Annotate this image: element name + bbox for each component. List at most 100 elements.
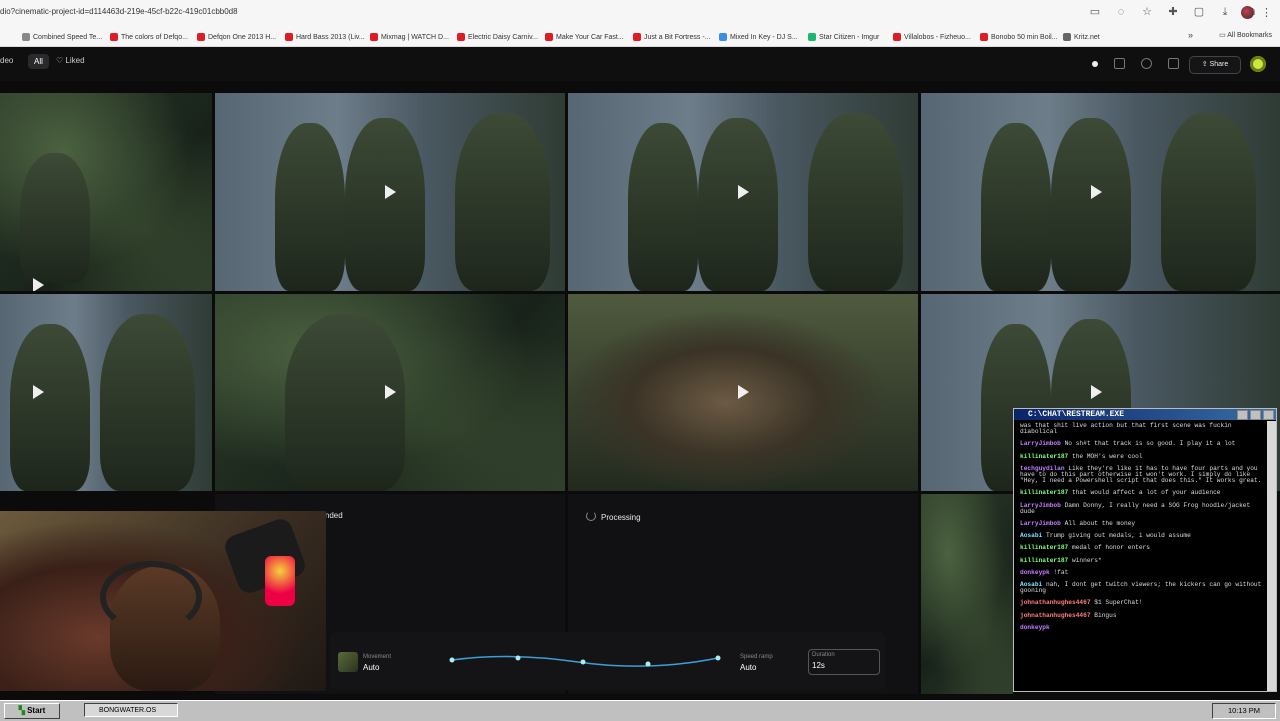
url-text[interactable]: dio?cinematic-project-id=d114463d-219e-4… (0, 7, 238, 16)
bookmark-item[interactable]: The colors of Defqo... (110, 31, 188, 43)
list-view-icon[interactable] (1114, 58, 1125, 69)
chat-message: Aosabi nah, I dont get twitch viewers; t… (1020, 581, 1266, 594)
address-bar[interactable]: dio?cinematic-project-id=d114463d-219e-4… (0, 0, 1280, 27)
curve-point[interactable] (515, 655, 521, 661)
close-button[interactable] (1263, 410, 1274, 420)
movement-select[interactable]: Auto (363, 663, 379, 672)
chat-username: johnathanhughes4467 (1020, 611, 1091, 619)
curve-point[interactable] (580, 659, 586, 665)
speed-ramp-select[interactable]: Auto (740, 663, 756, 672)
bookmark-label: Just a Bit Fortress -... (644, 33, 711, 41)
tab-video[interactable]: deo (0, 56, 13, 65)
status-dot-icon (1092, 61, 1098, 67)
processing-label: Processing (601, 513, 641, 522)
bookmark-item[interactable]: Defqon One 2013 H... (197, 31, 276, 43)
video-thumbnail[interactable] (215, 294, 565, 491)
chat-message: donkeypk (1020, 624, 1266, 631)
chat-message: Aosabi Trump giving out medals, i would … (1020, 533, 1266, 539)
play-icon[interactable] (385, 185, 396, 199)
start-button[interactable]: ▚ Start (4, 703, 60, 719)
play-icon[interactable] (1091, 185, 1102, 199)
play-icon[interactable] (385, 385, 396, 399)
video-thumbnail[interactable] (921, 494, 1013, 694)
all-bookmarks-button[interactable]: ▭ All Bookmarks (1219, 31, 1272, 39)
bookmark-item[interactable]: Make Your Car Fast... (545, 31, 624, 43)
speed-curve[interactable] (448, 648, 728, 676)
profile-avatar[interactable] (1241, 6, 1254, 19)
video-thumbnail[interactable] (568, 294, 918, 491)
bookmark-label: Star Citizen - Imgur (819, 33, 880, 41)
user-avatar[interactable] (1250, 56, 1266, 72)
eye-off-icon[interactable]: ◌ (1114, 5, 1128, 19)
bookmark-item[interactable]: Mixed In Key - DJ S... (719, 31, 798, 43)
bookmark-item[interactable]: Kritz.net (1063, 31, 1100, 43)
menu-icon[interactable]: ⋮ (1261, 6, 1272, 19)
chat-scrollbar[interactable] (1267, 421, 1276, 691)
chat-window: C:\CHAT\RESTREAM.EXE was that shit live … (1013, 408, 1277, 692)
bookmark-item[interactable]: Mixmag | WATCH D... (370, 31, 449, 43)
play-icon[interactable] (1091, 385, 1102, 399)
bookmark-item[interactable]: Star Citizen - Imgur (808, 31, 879, 43)
chat-text: !fat (1049, 568, 1069, 576)
bookmark-item[interactable]: Combined Speed Te... (22, 31, 102, 43)
heart-icon: ♡ (56, 56, 64, 65)
play-icon[interactable] (33, 278, 44, 291)
taskbar: ▚ Start BONGWATER.OS 10:13 PM (0, 700, 1280, 721)
curve-point[interactable] (449, 657, 455, 663)
taskbar-window-button[interactable]: BONGWATER.OS (84, 703, 178, 717)
play-icon[interactable] (738, 185, 749, 199)
star-icon[interactable]: ☆ (1140, 5, 1154, 19)
window-buttons (1237, 410, 1274, 420)
duration-field[interactable]: Duration 12s (808, 649, 880, 675)
soldier-figure (345, 118, 425, 291)
toy-figure (265, 556, 295, 606)
grid-view-icon[interactable] (1168, 58, 1179, 69)
minimize-button[interactable] (1237, 410, 1248, 420)
chat-text: All about the money (1060, 520, 1136, 528)
video-thumbnail[interactable] (921, 93, 1280, 291)
chat-username: killinater187 (1020, 452, 1069, 460)
video-thumbnail[interactable] (0, 93, 212, 291)
video-thumbnail[interactable] (568, 93, 918, 291)
bookmark-item[interactable]: Bonobo 50 min Boil... (980, 31, 1058, 43)
tab-all[interactable]: All (28, 54, 49, 69)
soldier-figure (455, 113, 550, 291)
curve-point[interactable] (645, 661, 651, 667)
chat-text: Bingus (1090, 611, 1117, 619)
bookmark-item[interactable]: Hard Bass 2013 (Liv... (285, 31, 365, 43)
chat-username: killinater187 (1020, 489, 1069, 497)
video-thumbnail[interactable] (0, 294, 212, 491)
sidebar-icon[interactable]: ▢ (1192, 5, 1206, 19)
tab-liked[interactable]: ♡ Liked (56, 56, 85, 65)
soldier-figure (1161, 113, 1256, 291)
bookmark-favicon-icon (719, 33, 727, 41)
bookmark-favicon-icon (110, 33, 118, 41)
play-icon[interactable] (738, 385, 749, 399)
chat-message: LarryJimbob Damn Donny, I really need a … (1020, 502, 1266, 515)
bookmark-item[interactable]: Electric Daisy Carniv... (457, 31, 538, 43)
bookmark-item[interactable]: Villalobos - Fizheuo... (893, 31, 971, 43)
curve-point[interactable] (715, 655, 721, 661)
extensions-icon[interactable]: ✚ (1166, 5, 1180, 19)
duration-label: Duration (812, 652, 835, 658)
download-icon[interactable]: ⤓ (1218, 5, 1232, 19)
settings-icon[interactable] (1141, 58, 1152, 69)
maximize-button[interactable] (1250, 410, 1261, 420)
processing-status: Processing (586, 511, 641, 522)
bookmark-favicon-icon (197, 33, 205, 41)
chat-titlebar: C:\CHAT\RESTREAM.EXE (1014, 409, 1276, 420)
chat-message: johnathanhughes4467 $1 SuperChat! (1020, 600, 1266, 606)
play-icon[interactable] (33, 385, 44, 399)
video-thumbnail[interactable] (215, 93, 565, 291)
chat-username: LarryJimbob (1020, 520, 1061, 528)
webcam-overlay (0, 511, 326, 691)
bookmark-favicon-icon (285, 33, 293, 41)
chat-message: was that shit live action but that first… (1020, 422, 1266, 435)
bookmarks-more-button[interactable]: » (1188, 30, 1193, 40)
bookmark-item[interactable]: Just a Bit Fortress -... (633, 31, 711, 43)
soldier-figure (808, 113, 903, 291)
bookmark-favicon-icon (545, 33, 553, 41)
cast-icon[interactable]: ▭ (1088, 5, 1102, 19)
soldier-figure (275, 123, 345, 291)
share-button[interactable]: ⇪ Share (1189, 56, 1241, 74)
